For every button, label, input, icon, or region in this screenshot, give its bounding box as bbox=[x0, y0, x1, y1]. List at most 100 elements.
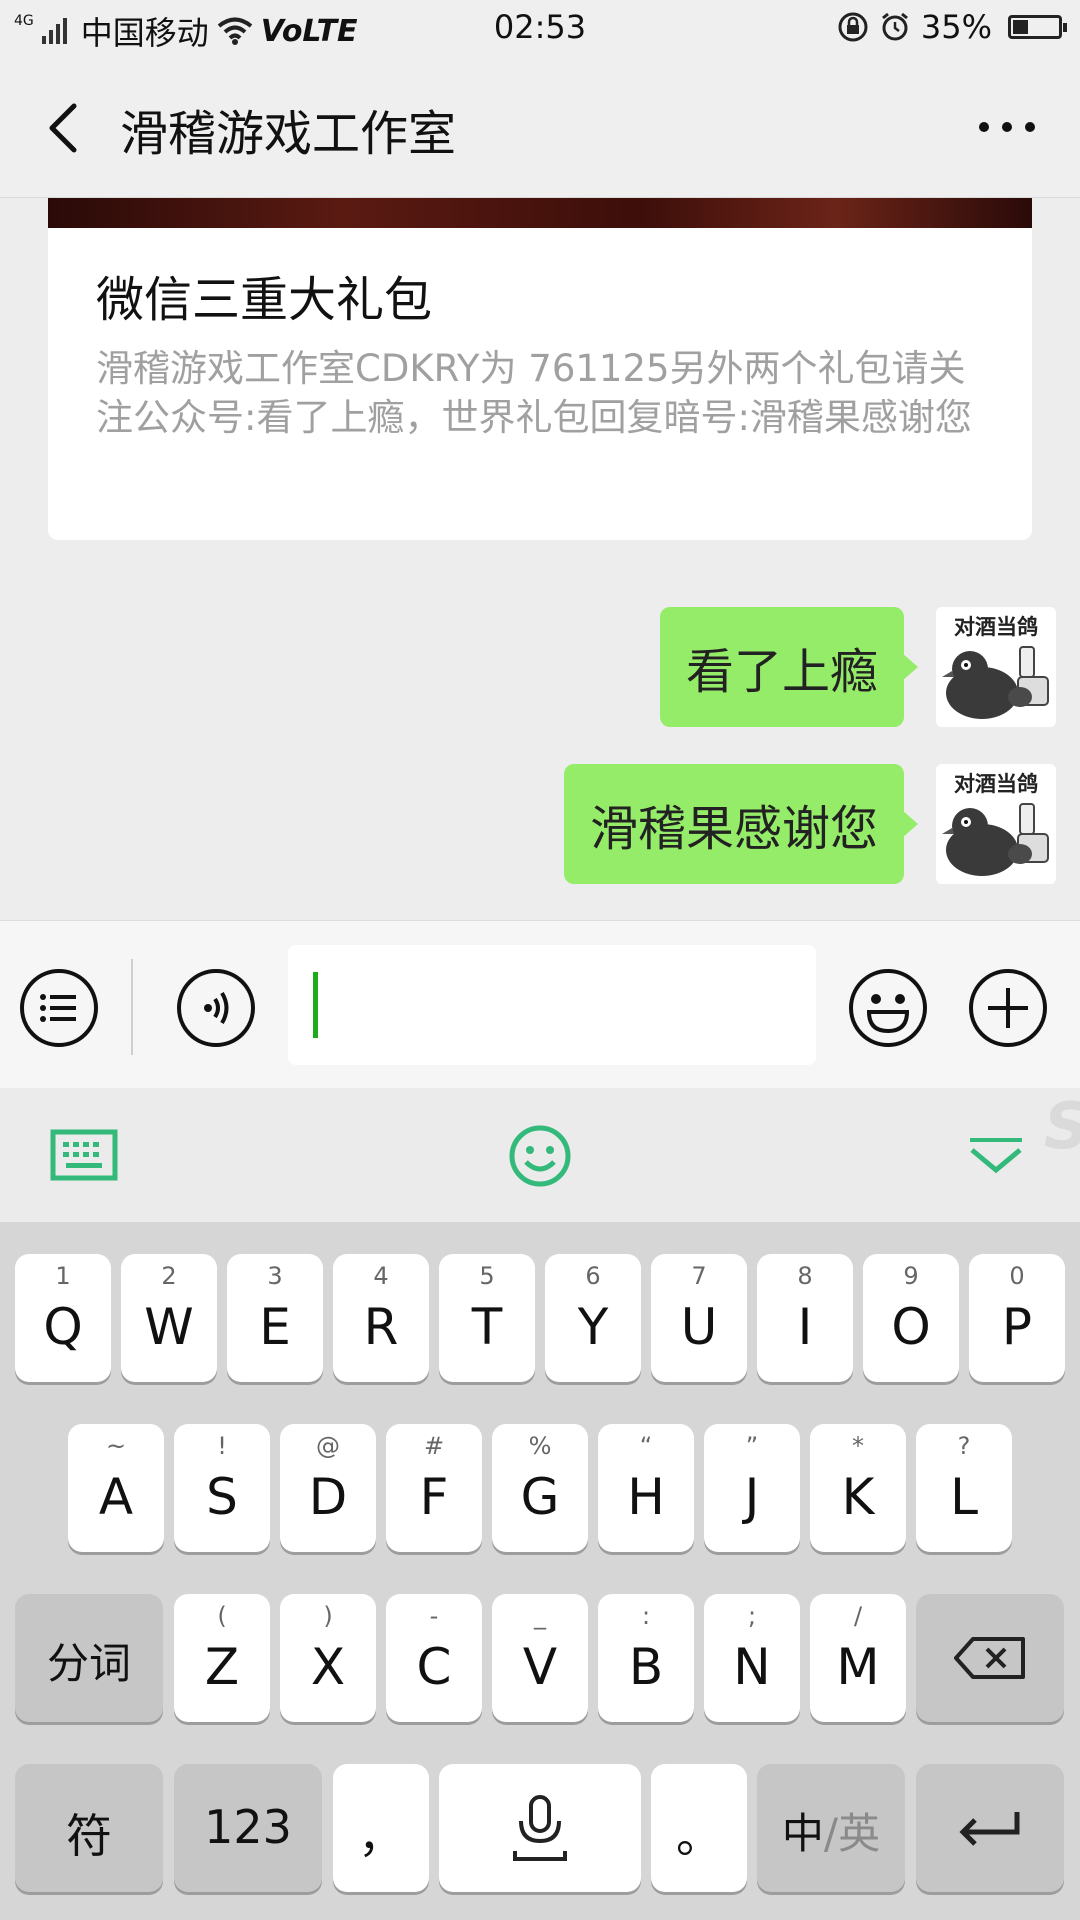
key-l[interactable]: ? L bbox=[916, 1424, 1012, 1552]
key-label: D bbox=[308, 1468, 348, 1526]
collapse-down-icon[interactable] bbox=[966, 1124, 1026, 1188]
chat-area[interactable]: 微信三重大礼包 滑稽游戏工作室CDKRY为 761125另外两个礼包请关注公众号… bbox=[0, 198, 1080, 920]
key-o[interactable]: 9O bbox=[863, 1254, 959, 1382]
avatar[interactable]: 对酒当鸽 bbox=[936, 607, 1056, 727]
lock-rotation-icon bbox=[838, 12, 868, 42]
message-input[interactable] bbox=[288, 945, 816, 1065]
space-voice-key[interactable] bbox=[439, 1764, 641, 1892]
list-menu-icon[interactable] bbox=[18, 967, 100, 1049]
enter-key[interactable] bbox=[916, 1764, 1064, 1892]
key-e[interactable]: 3E bbox=[227, 1254, 323, 1382]
more-icon[interactable] bbox=[972, 102, 1042, 152]
alarm-icon bbox=[881, 12, 908, 41]
key-b[interactable]: :B bbox=[598, 1594, 694, 1722]
plus-icon[interactable] bbox=[967, 967, 1049, 1049]
divider bbox=[131, 959, 133, 1055]
key-label: T bbox=[471, 1298, 503, 1356]
article-card[interactable]: 微信三重大礼包 滑稽游戏工作室CDKRY为 761125另外两个礼包请关注公众号… bbox=[48, 198, 1032, 540]
message-bubble[interactable]: 看了上瘾 bbox=[659, 607, 919, 727]
key-label: C bbox=[416, 1638, 452, 1696]
key-hint: @ bbox=[316, 1432, 340, 1460]
back-icon[interactable] bbox=[38, 98, 98, 158]
key-v[interactable]: _ V bbox=[492, 1594, 588, 1722]
key-d[interactable]: @ D bbox=[280, 1424, 376, 1552]
avatar-caption: 对酒当鸽 bbox=[954, 772, 1038, 796]
key-label: M bbox=[836, 1638, 880, 1696]
backspace-icon bbox=[954, 1637, 1025, 1679]
key-r[interactable]: 4R bbox=[333, 1254, 429, 1382]
numbers-key[interactable]: 123 bbox=[174, 1764, 322, 1892]
key-hint: : bbox=[641, 1602, 651, 1630]
key-hint: * bbox=[852, 1432, 864, 1460]
key-t[interactable]: 5T bbox=[439, 1254, 535, 1382]
chat-title: 滑稽游戏工作室 bbox=[120, 106, 457, 162]
article-title: 微信三重大礼包 bbox=[96, 272, 433, 328]
key-k[interactable]: * K bbox=[810, 1424, 906, 1552]
key-w[interactable]: 2W bbox=[121, 1254, 217, 1382]
key-hint: # bbox=[423, 1432, 445, 1460]
voice-icon[interactable] bbox=[175, 967, 257, 1049]
key-label: ， bbox=[358, 1809, 404, 1863]
key-hint: 7 bbox=[691, 1262, 707, 1290]
keyboard-icon[interactable] bbox=[50, 1124, 118, 1188]
key-label: X bbox=[310, 1638, 346, 1696]
key-hint: 6 bbox=[585, 1262, 601, 1290]
message-bubble[interactable]: 滑稽果感谢您 bbox=[563, 764, 919, 884]
key-s[interactable]: ! S bbox=[174, 1424, 270, 1552]
key-z[interactable]: (Z bbox=[174, 1594, 270, 1722]
soft-keyboard: 1Q 2W 3E 4R 5T 6Y 7U 8I 9O 0P ~ A ! S @ D #… bbox=[0, 1222, 1080, 1920]
key-m[interactable]: / M bbox=[810, 1594, 906, 1722]
key-hint: 0 bbox=[1009, 1262, 1025, 1290]
key-label: F bbox=[419, 1468, 449, 1526]
key-label: W bbox=[144, 1298, 194, 1356]
article-cover-image bbox=[48, 198, 1032, 228]
key-label: I bbox=[797, 1298, 813, 1356]
key-hint: ! bbox=[217, 1432, 227, 1460]
key-q[interactable]: 1Q bbox=[15, 1254, 111, 1382]
key-label: 分词 bbox=[46, 1639, 131, 1688]
key-hint: ( bbox=[217, 1602, 227, 1630]
avatar[interactable]: 对酒当鸽 bbox=[936, 764, 1056, 884]
key-c[interactable]: -C bbox=[386, 1594, 482, 1722]
key-label: G bbox=[520, 1468, 560, 1526]
key-label: U bbox=[680, 1298, 718, 1356]
key-h[interactable]: “H bbox=[598, 1424, 694, 1552]
text-caret bbox=[313, 972, 318, 1038]
key-label: J bbox=[744, 1468, 760, 1526]
key-f[interactable]: # F bbox=[386, 1424, 482, 1552]
key-y[interactable]: 6Y bbox=[545, 1254, 641, 1382]
key-n[interactable]: ; N bbox=[704, 1594, 800, 1722]
key-label: 123 bbox=[204, 1800, 292, 1854]
lang-separator: / bbox=[823, 1809, 839, 1858]
key-hint: / bbox=[853, 1602, 863, 1630]
segment-key[interactable]: 分词 bbox=[15, 1594, 163, 1722]
key-label: R bbox=[363, 1298, 399, 1356]
key-g[interactable]: % G bbox=[492, 1424, 588, 1552]
article-description: 滑稽游戏工作室CDKRY为 761125另外两个礼包请关注公众号:看了上瘾，世界… bbox=[96, 347, 972, 439]
key-hint: “ bbox=[639, 1432, 653, 1460]
key-a[interactable]: ~ A bbox=[68, 1424, 164, 1552]
symbols-key[interactable]: 符 bbox=[15, 1764, 163, 1892]
emoji-icon[interactable] bbox=[847, 967, 929, 1049]
key-i[interactable]: 8I bbox=[757, 1254, 853, 1382]
chat-header: 滑稽游戏工作室 bbox=[0, 56, 1080, 198]
message-input-bar bbox=[0, 920, 1080, 1088]
smiley-icon[interactable] bbox=[508, 1124, 572, 1188]
key-u[interactable]: 7U bbox=[651, 1254, 747, 1382]
key-hint: 2 bbox=[161, 1262, 177, 1290]
key-j[interactable]: ” J bbox=[704, 1424, 800, 1552]
key-hint: 5 bbox=[479, 1262, 495, 1290]
key-p[interactable]: 0P bbox=[969, 1254, 1065, 1382]
language-switch-key[interactable]: 中/英 bbox=[757, 1764, 905, 1892]
key-label: L bbox=[950, 1468, 978, 1526]
keyboard-toolbar bbox=[0, 1088, 1080, 1222]
key-label: Y bbox=[577, 1298, 609, 1356]
key-label: Q bbox=[43, 1298, 83, 1356]
key-hint: 9 bbox=[903, 1262, 919, 1290]
key-x[interactable]: ) X bbox=[280, 1594, 376, 1722]
key-label: E bbox=[259, 1298, 291, 1356]
backspace-key[interactable] bbox=[916, 1594, 1064, 1722]
comma-key[interactable]: ， bbox=[333, 1764, 429, 1892]
period-key[interactable]: 。 bbox=[651, 1764, 747, 1892]
watermark: S bbox=[1044, 1090, 1080, 1164]
